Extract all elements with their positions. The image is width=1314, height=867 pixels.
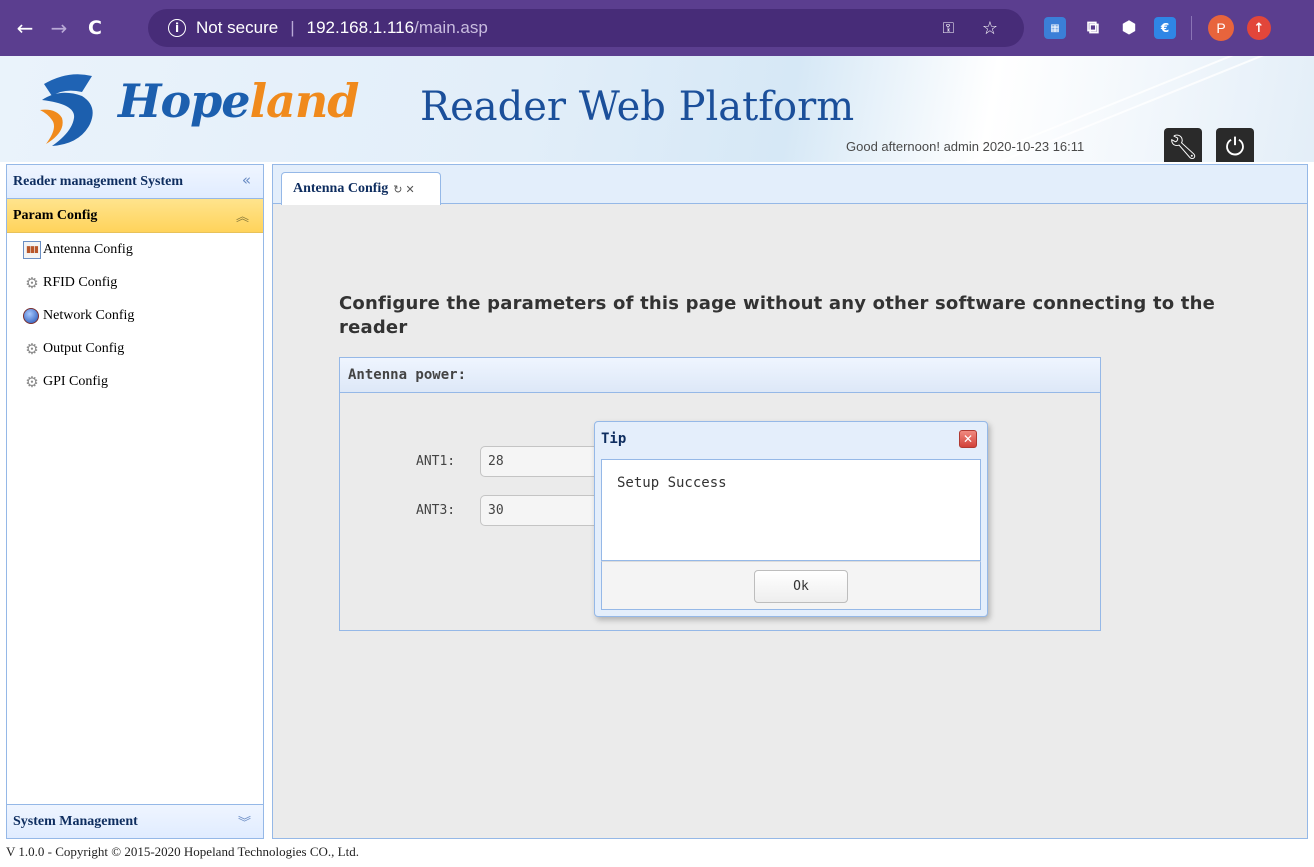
greeting-text: Good afternoon! admin 2020-10-23 16:11 [846,139,1085,154]
back-arrow-icon[interactable]: ← [12,15,38,41]
toolbar-divider [1191,16,1192,40]
dialog-title: Tip [601,431,627,447]
sidebar-item-network-config[interactable]: ● Network Config [7,299,263,332]
close-icon[interactable]: ✕ [959,430,977,448]
tab-label: Antenna Config [293,181,389,196]
collapse-sidebar-icon[interactable]: « [242,171,251,189]
sidebar-item-label: Antenna Config [43,241,133,257]
section-title: System Management [13,813,138,829]
settings-wrench-button[interactable]: 🔧︎ [1164,128,1202,162]
brand-logo-accent: land [249,74,360,128]
brand-logo-text: Hopeland [118,74,360,128]
cube-extension-icon[interactable]: ⬢ [1118,17,1140,39]
sidebar-header: Reader management System « [7,165,263,199]
sidebar-item-label: Network Config [43,307,135,323]
tab-antenna-config[interactable]: Antenna Config ↻ ✕ [281,172,441,205]
update-icon[interactable]: ↑ [1247,16,1271,40]
config-notice: Configure the parameters of this page wi… [339,293,1216,338]
sidebar: Reader management System « Param Config … [6,164,264,839]
tab-bar: Antenna Config ↻ ✕ [273,165,1307,205]
key-icon[interactable]: ⚿ [943,19,954,37]
globe-icon: ● [23,307,39,324]
expand-section-icon[interactable]: ︾ [238,812,251,831]
sidebar-item-antenna-config[interactable]: ▮▮▮ Antenna Config [7,233,263,266]
not-secure-label: Not secure [196,18,279,37]
system-management-section[interactable]: System Management ︾ [7,804,263,838]
sidebar-item-label: RFID Config [43,274,118,290]
ant3-label: ANT3: [416,503,456,518]
url-host: 192.168.1.116 [306,18,415,37]
gear-icon: ⚙ [25,372,39,391]
param-config-section[interactable]: Param Config ︽ [7,199,263,233]
section-title: Param Config [13,207,98,223]
url-path: /main.asp [414,18,488,37]
gear-icon: ⚙ [25,339,39,358]
browser-toolbar: ← → C i Not secure | 192.168.1.116/main.… [0,0,1314,56]
dialog-body: Setup Success [601,459,981,561]
collapse-section-icon[interactable]: ︽ [236,206,249,225]
profile-avatar[interactable]: P [1208,15,1234,41]
sidebar-item-rfid-config[interactable]: ⚙ RFID Config [7,266,263,299]
copyright-footer: V 1.0.0 - Copyright © 2015-2020 Hopeland… [6,844,359,859]
sidebar-item-output-config[interactable]: ⚙ Output Config [7,332,263,365]
power-icon: ⏻ [1225,133,1245,161]
forward-arrow-icon[interactable]: → [46,15,72,41]
refresh-tab-icon[interactable]: ↻ [393,183,402,196]
wrench-icon: 🔧︎ [1167,133,1199,161]
translate-extension-icon[interactable]: ⧉ [1082,17,1104,39]
bookmark-star-icon[interactable]: ☆ [982,18,998,39]
hopeland-logo-icon [40,74,93,146]
sidebar-item-label: Output Config [43,340,125,356]
antenna-icon: ▮▮▮ [23,240,41,259]
platform-title: Reader Web Platform [420,84,855,130]
brand-logo-part: Hope [118,74,251,128]
sidebar-item-label: GPI Config [43,373,108,389]
antenna-power-title: Antenna power: [340,358,1100,393]
address-bar[interactable]: i Not secure | 192.168.1.116/main.asp ⚿ … [148,9,1024,47]
euro-extension-icon[interactable]: € [1154,17,1176,39]
logout-power-button[interactable]: ⏻ [1216,128,1254,162]
sidebar-item-gpi-config[interactable]: ⚙ GPI Config [7,365,263,398]
extension-icon[interactable]: ▦ [1044,17,1066,39]
gear-icon: ⚙ [25,273,39,292]
address-separator: | [290,18,295,37]
reload-icon[interactable]: C [82,15,108,41]
app-header: Hopeland Reader Web Platform Good aftern… [0,56,1314,162]
dialog-footer: Ok [601,561,981,610]
info-icon[interactable]: i [168,19,186,37]
dialog-message: Setup Success [617,475,727,491]
sidebar-title: Reader management System [13,173,184,189]
ok-button[interactable]: Ok [754,570,848,603]
tip-dialog: Tip ✕ Setup Success Ok [594,421,988,617]
ant1-label: ANT1: [416,454,456,469]
close-tab-icon[interactable]: ✕ [406,183,415,196]
